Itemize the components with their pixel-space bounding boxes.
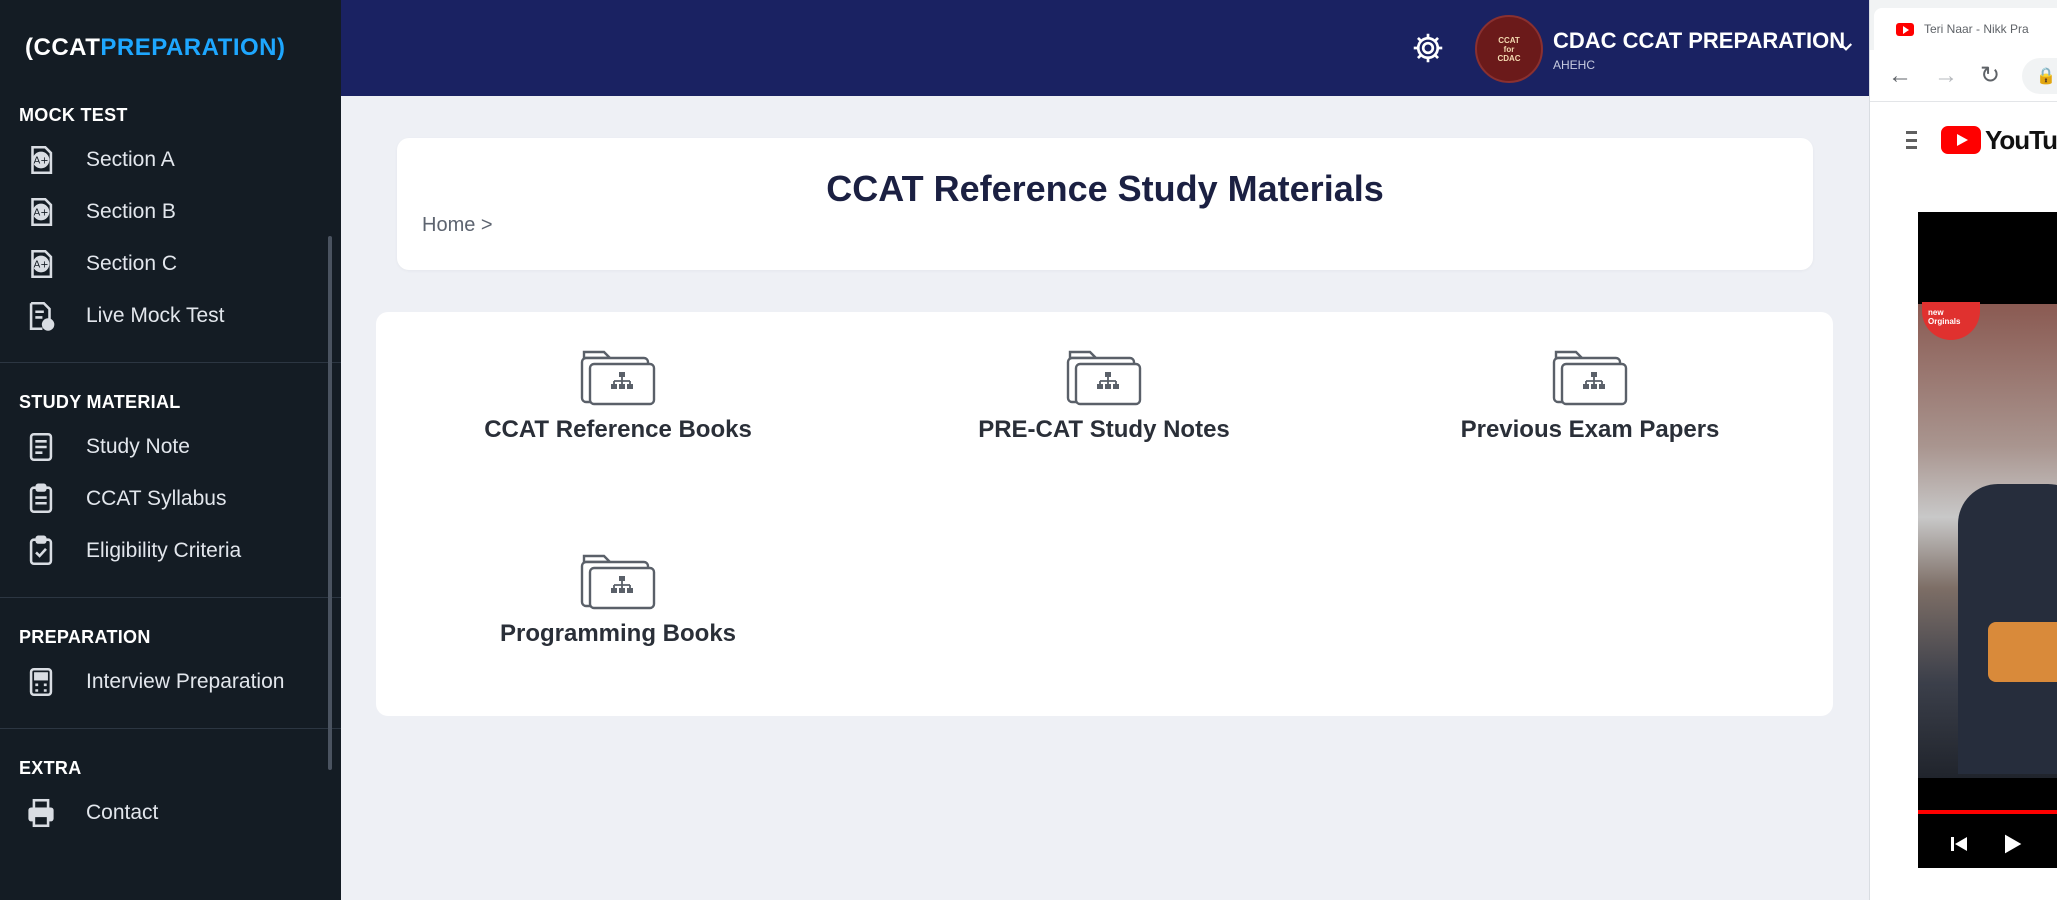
breadcrumb[interactable]: Home > (422, 214, 493, 237)
sidebar-item-section-c[interactable]: A+ Section C (0, 238, 341, 290)
page-header-card: CCAT Reference Study Materials Home > (397, 138, 1813, 270)
video-player[interactable]: new Orginals (1918, 212, 2057, 868)
page-title: CCAT Reference Study Materials (826, 168, 1384, 209)
svg-text:A+: A+ (33, 208, 48, 219)
brand-accent: PREPARATION) (100, 34, 286, 61)
folder-label: PRE-CAT Study Notes (978, 416, 1230, 443)
section-title-mock-test: MOCK TEST (19, 104, 128, 125)
user-subtitle: AHEHC (1553, 58, 1596, 72)
checklist-icon (22, 532, 60, 570)
sidebar-divider (0, 728, 341, 729)
calculator-icon (22, 663, 60, 701)
browser-toolbar: ← → ↻ 🔒 (1870, 50, 2057, 102)
folder-icon (580, 554, 656, 610)
browser-tab-title: Teri Naar - Nikk Pra (1924, 22, 2029, 36)
sidebar-item-ccat-syllabus[interactable]: CCAT Syllabus (0, 473, 341, 525)
folder-previous-exam-papers[interactable]: Previous Exam Papers (1410, 342, 1770, 444)
browser-tab[interactable]: Teri Naar - Nikk Pra (1874, 8, 2057, 50)
video-progress-bar[interactable] (1918, 810, 2057, 814)
section-title-study-material: STUDY MATERIAL (19, 391, 181, 412)
previous-track-icon[interactable] (1946, 832, 1972, 856)
sidebar-item-label: CCAT Syllabus (86, 487, 227, 510)
play-icon[interactable] (1998, 830, 2026, 858)
settings-gear-icon[interactable] (1410, 30, 1446, 66)
sidebar-item-label: Section C (86, 252, 178, 275)
address-bar[interactable]: 🔒 (2022, 57, 2057, 94)
avatar-text-line1: CCAT (1498, 35, 1520, 45)
sidebar-divider (0, 362, 341, 363)
hamburger-menu-icon[interactable] (1906, 131, 1917, 149)
folder-icon (1066, 350, 1142, 406)
avatar[interactable]: CCAT for CDAC (1475, 15, 1543, 83)
sidebar-item-live-mock-test[interactable]: Live Mock Test (0, 290, 341, 342)
printer-icon (22, 794, 60, 832)
video-frame (1918, 304, 2057, 778)
forward-arrow-icon[interactable]: → (1934, 62, 1958, 90)
youtube-logo[interactable]: YouTu (1940, 124, 2057, 156)
reload-icon[interactable]: ↻ (1980, 61, 2000, 90)
folder-label: Previous Exam Papers (1460, 416, 1720, 443)
sidebar-item-label: Section B (86, 200, 176, 223)
test-icon: A+ (22, 193, 60, 231)
sidebar-item-label: Eligibility Criteria (86, 539, 242, 562)
back-arrow-icon[interactable]: ← (1888, 62, 1912, 90)
youtube-logo-text: YouTu (1984, 124, 2057, 155)
sidebar-item-contact[interactable]: Contact (0, 787, 341, 839)
video-shirt-print (1988, 622, 2057, 682)
live-test-icon (22, 297, 60, 335)
sidebar-item-label: Study Note (86, 435, 190, 458)
chevron-down-icon[interactable] (1837, 38, 1855, 56)
sidebar-item-label: Section A (86, 148, 175, 171)
sidebar-item-section-b[interactable]: A+ Section B (0, 186, 341, 238)
avatar-text-line2: for (1503, 44, 1515, 54)
sidebar-item-study-note[interactable]: Study Note (0, 421, 341, 473)
youtube-play-logo-icon (1940, 126, 1981, 154)
folders-card: CCAT Reference Books PRE-CAT Study Notes… (376, 312, 1833, 716)
folder-programming-books[interactable]: Programming Books (438, 546, 798, 648)
user-name[interactable]: CDAC CCAT PREPARATION (1553, 28, 1845, 54)
sidebar-item-label: Interview Preparation (86, 670, 285, 693)
avatar-text-line3: CDAC (1497, 53, 1521, 63)
clipboard-icon (22, 480, 60, 518)
browser-tabstrip: Teri Naar - Nikk Pra (1870, 0, 2057, 50)
sidebar-scrollbar[interactable] (328, 236, 332, 770)
note-icon (22, 428, 60, 466)
lock-icon: 🔒 (2036, 67, 2057, 85)
topbar: CCAT for CDAC CDAC CCAT PREPARATION AHEH… (341, 0, 1869, 96)
sidebar-item-section-a[interactable]: A+ Section A (0, 134, 341, 186)
youtube-favicon-icon (1896, 22, 1914, 36)
sidebar-item-interview-preparation[interactable]: Interview Preparation (0, 656, 341, 708)
section-title-extra: EXTRA (19, 757, 82, 778)
sidebar: (CCAT PREPARATION) MOCK TEST A+ Section A… (0, 0, 341, 900)
sidebar-item-eligibility-criteria[interactable]: Eligibility Criteria (0, 525, 341, 577)
svg-text:A+: A+ (33, 156, 48, 167)
side-browser-window: Teri Naar - Nikk Pra ← → ↻ 🔒 YouTu new O… (1869, 0, 2057, 900)
sidebar-divider (0, 597, 341, 598)
sidebar-item-label: Contact (86, 801, 159, 824)
folder-label: Programming Books (499, 620, 737, 647)
brand-open: (CCAT (25, 34, 101, 61)
folder-icon (580, 350, 656, 406)
sidebar-item-label: Live Mock Test (86, 304, 225, 327)
test-icon: A+ (22, 245, 60, 283)
folder-ccat-reference-books[interactable]: CCAT Reference Books (438, 342, 798, 444)
test-icon: A+ (22, 141, 60, 179)
svg-text:A+: A+ (33, 260, 48, 271)
folder-icon (1552, 350, 1628, 406)
brand-logo[interactable]: (CCAT PREPARATION) (0, 0, 341, 96)
folder-label: CCAT Reference Books (484, 416, 752, 443)
section-title-preparation: PREPARATION (19, 626, 151, 647)
folder-pre-cat-study-notes[interactable]: PRE-CAT Study Notes (924, 342, 1284, 444)
youtube-header: YouTu (1870, 102, 2057, 178)
